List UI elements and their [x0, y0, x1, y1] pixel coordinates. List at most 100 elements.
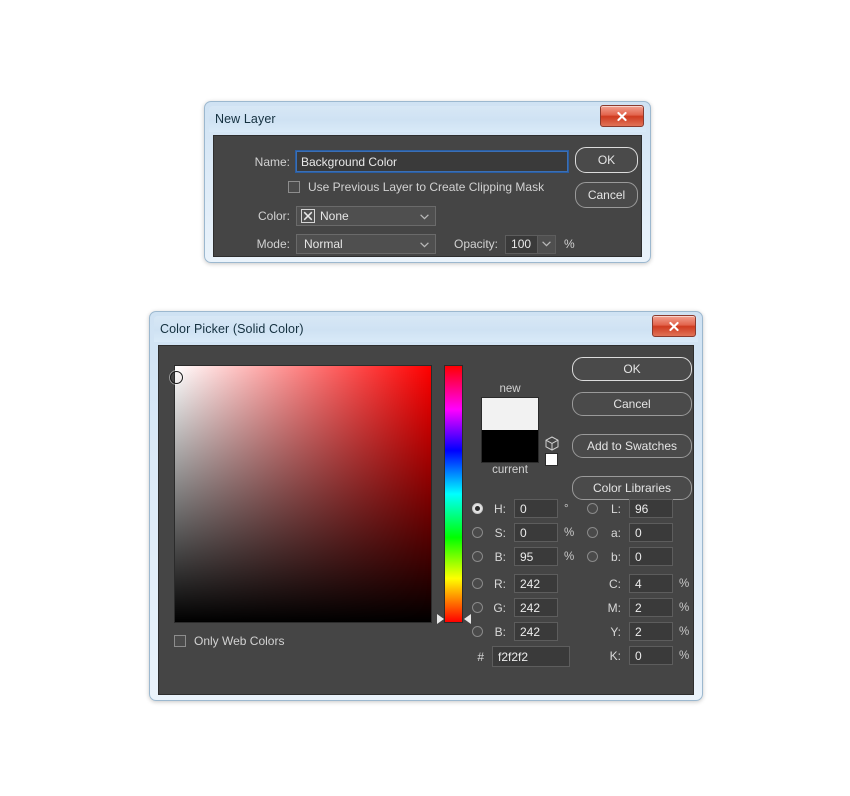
- hex-value: f2f2f2: [498, 649, 529, 664]
- rgb-radio-b[interactable]: [472, 626, 483, 637]
- color-row: Color: None: [240, 206, 436, 226]
- chevron-down-icon: [420, 209, 429, 223]
- clipping-mask-checkbox[interactable]: [288, 181, 300, 193]
- only-web-colors-row: Only Web Colors: [174, 634, 284, 648]
- only-web-colors-checkbox[interactable]: [174, 635, 186, 647]
- hsb-label-s: S:: [494, 525, 506, 540]
- mode-dropdown[interactable]: Normal: [296, 234, 436, 254]
- color-picker-body: new current OK Cancel Add to Swatches Co…: [158, 345, 694, 695]
- rgb-input-b[interactable]: 242: [514, 622, 558, 641]
- cmyk-label-c: C:: [609, 576, 621, 591]
- opacity-dropdown-arrow[interactable]: [538, 234, 557, 254]
- rgb-radio-r[interactable]: [472, 578, 483, 589]
- color-dropdown-value: None: [320, 209, 349, 223]
- layer-name-input[interactable]: Background Color: [295, 150, 569, 173]
- hsb-label-b: B:: [494, 549, 506, 564]
- lab-label-l: L:: [610, 501, 621, 516]
- new-layer-body: Name: Background Color Use Previous Laye…: [213, 135, 642, 257]
- cmyk-row-k: K: 0%: [603, 646, 689, 665]
- cmyk-input-k[interactable]: 0: [629, 646, 673, 665]
- color-libraries-label: Color Libraries: [592, 481, 672, 495]
- mode-label: Mode:: [256, 237, 290, 251]
- saturation-brightness-field[interactable]: [170, 365, 432, 623]
- ok-button[interactable]: OK: [572, 357, 692, 381]
- close-icon: [617, 111, 627, 121]
- mode-row: Mode: Normal Opacity: 100 %: [240, 234, 575, 254]
- lab-radio-l[interactable]: [587, 503, 598, 514]
- rgb-input-g[interactable]: 242: [514, 598, 558, 617]
- opacity-label: Opacity:: [454, 237, 499, 251]
- lab-label-b: b:: [610, 549, 621, 564]
- x-mark-icon: [303, 211, 313, 221]
- cancel-button[interactable]: Cancel: [572, 392, 692, 416]
- hsb-radio-b[interactable]: [472, 551, 483, 562]
- rgb-radio-g[interactable]: [472, 602, 483, 613]
- hsb-radio-s[interactable]: [472, 527, 483, 538]
- lab-input-b[interactable]: 0: [629, 547, 673, 566]
- color-label: Color:: [257, 209, 290, 223]
- hsb-label-h: H:: [494, 501, 506, 516]
- add-to-swatches-button[interactable]: Add to Swatches: [572, 434, 692, 458]
- screen-root: New Layer Name: Background Color Use Pre…: [0, 0, 850, 796]
- name-row: Name: Background Color: [240, 150, 569, 173]
- lab-row-a: a: 0: [587, 523, 673, 542]
- lab-row-b: b: 0: [587, 547, 673, 566]
- cmyk-unit-m: %: [679, 601, 690, 614]
- rgb-row-b: B: 242: [472, 622, 558, 641]
- opacity-value[interactable]: 100: [505, 234, 539, 254]
- hue-slider-handle-right[interactable]: [464, 614, 471, 624]
- hsb-unit-s: %: [564, 526, 575, 539]
- cmyk-input-c[interactable]: 4: [629, 574, 673, 593]
- close-button[interactable]: [652, 315, 696, 337]
- new-layer-title: New Layer: [215, 112, 276, 126]
- lab-input-a[interactable]: 0: [629, 523, 673, 542]
- new-color-label: new: [499, 383, 521, 395]
- hsb-row-h: H: 0 °: [472, 499, 569, 518]
- new-color-swatch[interactable]: [481, 397, 539, 430]
- cmyk-unit-k: %: [679, 649, 690, 662]
- close-icon: [669, 321, 679, 331]
- ok-button[interactable]: OK: [575, 147, 638, 173]
- sb-black-layer: [175, 366, 431, 622]
- chevron-down-icon: [542, 241, 551, 247]
- hue-slider[interactable]: [444, 365, 463, 623]
- color-libraries-button[interactable]: Color Libraries: [572, 476, 692, 500]
- layer-name-value: Background Color: [301, 154, 398, 169]
- cmyk-input-m[interactable]: 2: [629, 598, 673, 617]
- cancel-button-label: Cancel: [587, 188, 626, 202]
- cmyk-label-y: Y:: [610, 624, 621, 639]
- chevron-down-icon: [420, 237, 429, 251]
- opacity-unit: %: [564, 237, 575, 251]
- current-color-swatch[interactable]: [481, 430, 539, 463]
- color-dropdown[interactable]: None: [296, 206, 436, 226]
- lab-radio-b[interactable]: [587, 551, 598, 562]
- web-safe-color-chip[interactable]: [545, 453, 558, 466]
- hsb-unit-b: %: [564, 550, 575, 563]
- hue-slider-handle-left[interactable]: [437, 614, 444, 624]
- cmyk-row-c: C: 4%: [603, 574, 689, 593]
- cmyk-input-y[interactable]: 2: [629, 622, 673, 641]
- hsb-input-h[interactable]: 0: [514, 499, 558, 518]
- ok-button-label: OK: [623, 362, 641, 376]
- lab-radio-a[interactable]: [587, 527, 598, 538]
- rgb-row-g: G: 242: [472, 598, 558, 617]
- hex-input[interactable]: f2f2f2: [492, 646, 570, 667]
- cmyk-label-k: K:: [609, 648, 621, 663]
- hsb-input-s[interactable]: 0: [514, 523, 558, 542]
- cancel-button-label: Cancel: [613, 397, 651, 411]
- hsb-radio-h[interactable]: [472, 503, 483, 514]
- none-swatch-icon: [301, 209, 315, 223]
- cmyk-unit-c: %: [679, 577, 690, 590]
- lab-input-l[interactable]: 96: [629, 499, 673, 518]
- hex-symbol: #: [477, 649, 484, 664]
- cancel-button[interactable]: Cancel: [575, 182, 638, 208]
- only-web-colors-label: Only Web Colors: [194, 634, 285, 648]
- opacity-stepper[interactable]: 100: [505, 234, 557, 254]
- rgb-input-r[interactable]: 242: [514, 574, 558, 593]
- close-button[interactable]: [600, 105, 644, 127]
- hsb-input-b[interactable]: 95: [514, 547, 558, 566]
- cmyk-row-m: M: 2%: [603, 598, 689, 617]
- lab-label-a: a:: [610, 525, 621, 540]
- name-label: Name:: [254, 154, 290, 169]
- color-picker-title: Color Picker (Solid Color): [160, 322, 304, 336]
